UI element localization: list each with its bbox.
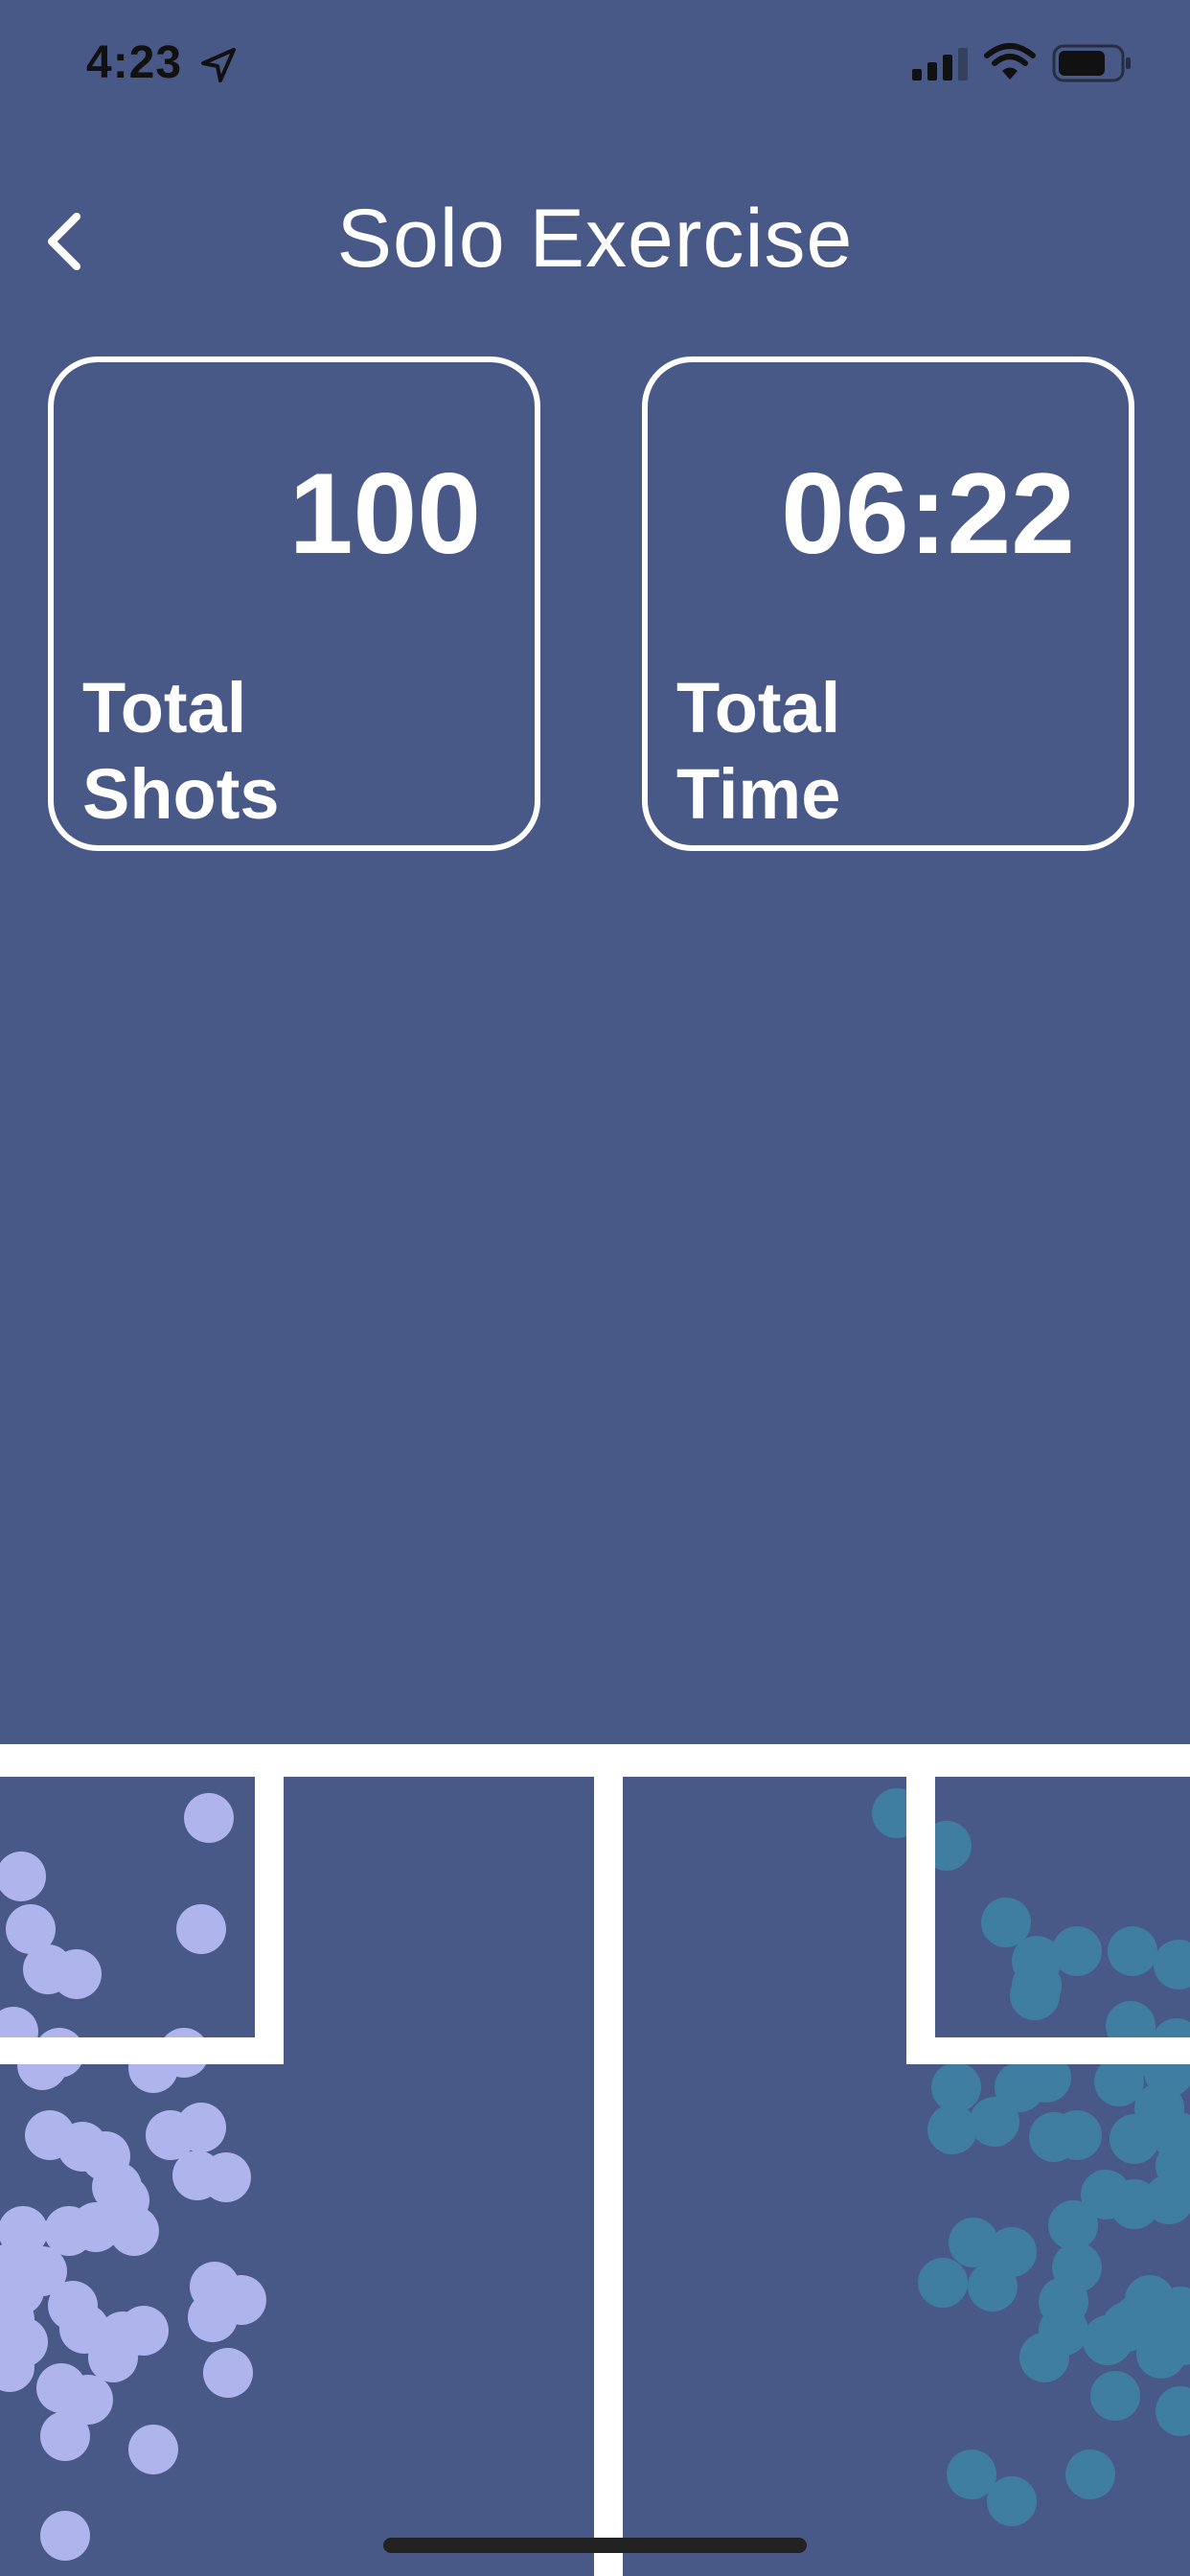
left-shot-dot [184,1793,234,1843]
home-indicator [383,2538,807,2553]
right-shot-dot [1090,2371,1140,2421]
location-arrow-icon [201,48,236,82]
right-shot-dot [1048,2200,1098,2250]
total-shots-label: Total Shots [82,665,280,838]
left-shot-dot [88,2333,138,2382]
right-shot-dot [1156,2386,1190,2436]
cellular-signal-icon [912,48,968,80]
right-box-bottom-line [906,2037,1190,2064]
right-shot-dot [1154,1940,1190,1990]
total-time-value: 06:22 [781,449,1075,578]
right-shot-dot [1110,2114,1159,2164]
court-svg [0,1744,1190,2576]
shot-map-court [0,1744,1190,2576]
right-shot-dot [1108,1926,1157,1976]
total-time-label-line2: Time [676,754,841,834]
court-top-line [0,1744,1190,1777]
left-shot-dot [176,1904,226,1954]
left-box-right-line [255,1777,284,2064]
total-time-label-line1: Total [676,668,841,748]
battery-icon [1052,44,1131,82]
page-title: Solo Exercise [336,193,854,285]
total-time-card: 06:22 Total Time [642,356,1134,851]
left-shot-dots [0,1793,266,2561]
right-shot-dot [987,2476,1037,2526]
right-shot-dot [1010,1970,1060,2020]
total-shots-card: 100 Total Shots [48,356,540,851]
total-shots-value: 100 [288,449,481,578]
right-shot-dot [1052,2110,1102,2160]
right-shot-dot [918,2258,968,2308]
right-shot-dot [931,2062,981,2112]
status-bar: 4:23 [0,0,1190,126]
right-shot-dot [927,2104,977,2154]
court-center-line [594,1777,623,2576]
left-shot-dot [40,2411,90,2461]
left-box-bottom-line [0,2037,284,2064]
left-shot-dot [128,2425,178,2474]
left-shot-dot [188,2292,238,2342]
wifi-icon [984,43,1036,80]
right-shot-dot [1052,1926,1102,1976]
left-shot-dot [203,2348,253,2398]
left-shot-dot [201,2152,251,2202]
right-box-left-line [906,1777,935,2064]
total-time-label: Total Time [676,665,840,838]
left-shot-dot [176,2103,226,2152]
right-shot-dot [1065,2450,1115,2499]
right-shot-dot [1113,2294,1163,2344]
total-shots-label-line2: Shots [82,754,280,834]
left-shot-dot [109,2206,159,2256]
total-shots-label-line1: Total [82,668,247,748]
left-shot-dot [52,1949,102,1999]
right-shot-dot [1019,2333,1069,2382]
right-shot-dot [968,2262,1018,2312]
left-shot-dot [0,1852,46,1901]
left-shot-dot [40,2511,90,2561]
right-shot-dot [970,2097,1019,2147]
app-screen: 4:23 Solo Exercise 100 Total Shots 06:22… [0,0,1190,2576]
status-time: 4:23 [86,37,183,88]
